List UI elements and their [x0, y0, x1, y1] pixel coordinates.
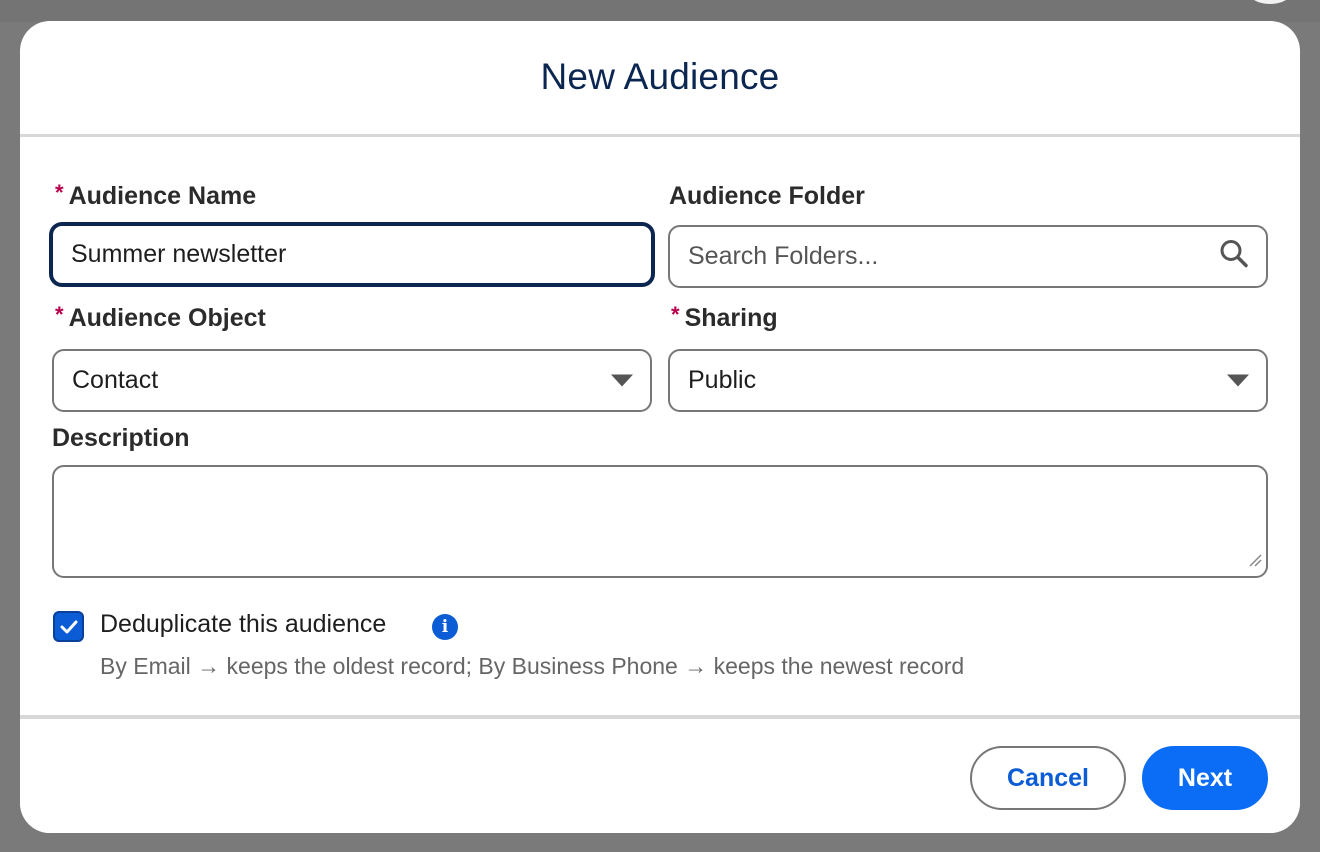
search-icon[interactable] — [1218, 237, 1250, 276]
modal-title: New Audience — [540, 55, 780, 97]
required-marker: * — [55, 301, 64, 327]
info-icon[interactable]: i — [432, 614, 458, 640]
sharing-label: * Sharing — [671, 301, 778, 333]
description-textarea[interactable] — [52, 465, 1268, 578]
required-marker: * — [55, 179, 64, 205]
modal-header: New Audience — [20, 21, 1300, 137]
chevron-down-icon — [610, 366, 634, 395]
audience-name-input[interactable]: Summer newsletter — [50, 223, 654, 286]
sharing-label-text: Sharing — [684, 304, 778, 332]
next-button[interactable]: Next — [1142, 746, 1268, 810]
audience-name-value: Summer newsletter — [71, 240, 287, 268]
audience-object-label: * Audience Object — [55, 301, 266, 333]
audience-folder-placeholder: Search Folders... — [688, 242, 879, 270]
audience-folder-search-input[interactable]: Search Folders... — [668, 225, 1268, 288]
backdrop — [0, 0, 1320, 22]
required-marker: * — [671, 301, 680, 327]
description-label: Description — [52, 424, 190, 453]
chevron-down-icon — [1226, 366, 1250, 395]
sharing-value: Public — [688, 366, 757, 394]
resize-handle-icon[interactable] — [1247, 552, 1263, 573]
audience-object-select[interactable]: Contact — [52, 349, 652, 412]
cancel-button[interactable]: Cancel — [970, 746, 1126, 810]
sharing-select[interactable]: Public — [668, 349, 1268, 412]
deduplicate-checkbox[interactable] — [53, 611, 84, 642]
audience-object-value: Contact — [72, 366, 159, 394]
modal-body: * Audience Name Summer newsletter Audien… — [20, 137, 1300, 715]
audience-name-label-text: Audience Name — [68, 182, 257, 210]
audience-folder-label: Audience Folder — [669, 182, 865, 211]
deduplicate-helper-text: By Email → keeps the oldest record; By B… — [100, 653, 965, 679]
description-label-text: Description — [52, 424, 190, 452]
audience-object-label-text: Audience Object — [68, 304, 266, 332]
new-audience-modal: New Audience * Audience Name Summer news… — [20, 21, 1300, 833]
modal-footer: Cancel Next — [20, 715, 1300, 833]
deduplicate-label[interactable]: Deduplicate this audience — [100, 610, 386, 639]
audience-folder-label-text: Audience Folder — [669, 182, 865, 210]
checkmark-icon — [60, 620, 77, 633]
audience-name-label: * Audience Name — [55, 179, 257, 211]
